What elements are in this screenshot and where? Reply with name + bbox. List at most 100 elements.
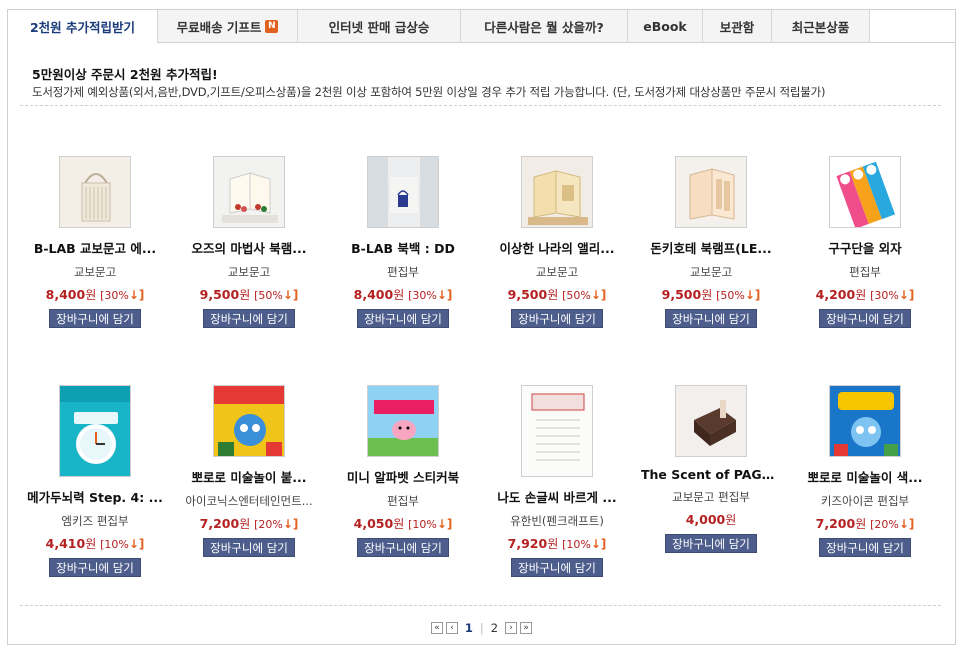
book-lamp-icon[interactable] [521, 156, 593, 228]
add-to-cart-button[interactable]: 장바구니에 담기 [203, 538, 295, 557]
product-title[interactable]: 나도 손글씨 바르게 ... [487, 487, 627, 506]
peppa-sticker-book-icon[interactable] [367, 385, 439, 457]
currency-label: 원 [239, 288, 251, 302]
pororo-book-icon[interactable] [213, 385, 285, 457]
product-title[interactable]: 뽀로로 미술놀이 색... [795, 467, 935, 486]
product-publisher: 편집부 [849, 265, 881, 279]
product-title[interactable]: 이상한 나라의 앨리... [487, 238, 627, 257]
product-title[interactable]: 미니 알파벳 스티커북 [333, 467, 473, 486]
currency-label: 원 [701, 288, 713, 302]
product-title[interactable]: 구구단을 외자 [795, 238, 935, 257]
next-page-icon[interactable]: › [505, 622, 518, 634]
tab-label: eBook [643, 18, 687, 34]
tab-free-shipping-gift[interactable]: 무료배송 기프트 N [158, 10, 298, 42]
multiplication-card-icon[interactable] [829, 156, 901, 228]
product-card: 뽀로로 미술놀이 붙... 아이코닉스엔터테인먼트... 7,200원 [20%… [172, 385, 326, 577]
product-publisher: 교보문고 [227, 265, 271, 279]
product-title[interactable]: 뽀로로 미술놀이 붙... [179, 467, 319, 486]
discount-arrow-icon: ↓] [590, 288, 607, 302]
product-price: 4,200 [815, 287, 856, 302]
last-page-icon[interactable]: » [520, 622, 533, 634]
product-price: 4,410 [45, 536, 86, 551]
currency-label: 원 [393, 517, 405, 531]
pororo-coloring-book-icon[interactable] [829, 385, 901, 457]
tote-bag-icon[interactable] [59, 156, 131, 228]
pagination: « ‹ 1 | 2 › » [8, 621, 955, 635]
discount-arrow-icon: ↓] [898, 517, 915, 531]
product-title[interactable]: 메가두뇌력 Step. 4: ... [25, 487, 165, 506]
product-price: 9,500 [661, 287, 702, 302]
product-card: 미니 알파벳 스티커북 편집부 4,050원 [10%↓] 장바구니에 담기 [326, 385, 480, 577]
tab-label: 보관함 [719, 19, 755, 35]
add-to-cart-button[interactable]: 장바구니에 담기 [665, 534, 757, 553]
product-publisher: 교보문고 편집부 [672, 490, 750, 504]
handwriting-book-icon[interactable] [521, 385, 593, 477]
tab-wishlist[interactable]: 보관함 [703, 10, 772, 42]
add-to-cart-button[interactable]: 장바구니에 담기 [357, 538, 449, 557]
clock-book-icon[interactable] [59, 385, 131, 477]
book-bag-icon[interactable] [367, 156, 439, 228]
price-line: 4,050원 [10%↓] [354, 515, 453, 532]
product-card: B-LAB 교보문고 에... 교보문고 8,400원 [30%↓] 장바구니에… [18, 156, 172, 328]
product-card: 이상한 나라의 앨리... 교보문고 9,500원 [50%↓] 장바구니에 담… [480, 156, 634, 328]
discount-arrow-icon: ↓] [282, 288, 299, 302]
discount-rate: [10% [408, 518, 437, 531]
prev-page-icon[interactable]: ‹ [445, 622, 458, 634]
discount-arrow-icon: ↓] [436, 288, 453, 302]
price-line: 8,400원 [30%↓] [46, 286, 145, 303]
product-price: 8,400 [45, 287, 86, 302]
product-price: 7,920 [507, 536, 548, 551]
add-to-cart-button[interactable]: 장바구니에 담기 [357, 309, 449, 328]
product-title[interactable]: B-LAB 북백 : DD [333, 238, 473, 257]
add-to-cart-button[interactable]: 장바구니에 담기 [203, 309, 295, 328]
scent-box-icon[interactable] [675, 385, 747, 457]
product-title[interactable]: B-LAB 교보문고 에... [25, 238, 165, 257]
currency-label: 원 [855, 288, 867, 302]
add-to-cart-button[interactable]: 장바구니에 담기 [511, 309, 603, 328]
product-row: B-LAB 교보문고 에... 교보문고 8,400원 [30%↓] 장바구니에… [18, 156, 942, 328]
tab-recently-viewed[interactable]: 최근본상품 [772, 10, 870, 42]
price-line: 9,500원 [50%↓] [662, 286, 761, 303]
price-line: 7,920원 [10%↓] [508, 535, 607, 552]
product-title[interactable]: 돈키호테 북램프(LE... [641, 238, 781, 257]
add-to-cart-button[interactable]: 장바구니에 담기 [49, 309, 141, 328]
tab-extra-points[interactable]: 2천원 추가적립받기 [8, 10, 158, 43]
product-price: 4,000 [685, 512, 726, 527]
first-page-icon[interactable]: « [430, 622, 443, 634]
product-price: 7,200 [199, 516, 240, 531]
price-line: 7,200원 [20%↓] [200, 515, 299, 532]
product-title[interactable]: 오즈의 마법사 북램... [179, 238, 319, 257]
currency-label: 원 [725, 513, 737, 527]
add-to-cart-button[interactable]: 장바구니에 담기 [49, 558, 141, 577]
product-title[interactable]: The Scent of PAGE :... [641, 467, 781, 482]
discount-arrow-icon: ↓] [898, 288, 915, 302]
add-to-cart-button[interactable]: 장바구니에 담기 [665, 309, 757, 328]
discount-rate: [10% [562, 538, 591, 551]
discount-arrow-icon: ↓] [590, 537, 607, 551]
currency-label: 원 [855, 517, 867, 531]
price-line: 9,500원 [50%↓] [200, 286, 299, 303]
product-card: 나도 손글씨 바르게 ... 유한빈(펜크래프트) 7,920원 [10%↓] … [480, 385, 634, 577]
page-number-current[interactable]: 1 [461, 621, 477, 635]
currency-label: 원 [393, 288, 405, 302]
product-publisher: 교보문고 [73, 265, 117, 279]
discount-rate: [20% [254, 518, 283, 531]
divider [20, 105, 941, 106]
tab-others-bought[interactable]: 다른사람은 뭘 샀을까? [461, 10, 628, 42]
tab-internet-rising[interactable]: 인터넷 판매 급상승 [298, 10, 461, 42]
discount-rate: [30% [870, 289, 899, 302]
tab-ebook[interactable]: eBook [628, 10, 703, 42]
book-lamp-icon[interactable] [213, 156, 285, 228]
tab-label: 무료배송 기프트 [176, 19, 262, 35]
add-to-cart-button[interactable]: 장바구니에 담기 [819, 309, 911, 328]
product-card: The Scent of PAGE :... 교보문고 편집부 4,000원 장… [634, 385, 788, 577]
add-to-cart-button[interactable]: 장바구니에 담기 [819, 538, 911, 557]
page-number[interactable]: 2 [487, 621, 502, 635]
price-line: 4,410원 [10%↓] [46, 535, 145, 552]
book-lamp-icon[interactable] [675, 156, 747, 228]
tab-label: 2천원 추가적립받기 [29, 20, 136, 35]
add-to-cart-button[interactable]: 장바구니에 담기 [511, 558, 603, 577]
product-card: B-LAB 북백 : DD 편집부 8,400원 [30%↓] 장바구니에 담기 [326, 156, 480, 328]
discount-rate: [50% [254, 289, 283, 302]
tab-label: 다른사람은 뭘 샀을까? [484, 19, 604, 35]
